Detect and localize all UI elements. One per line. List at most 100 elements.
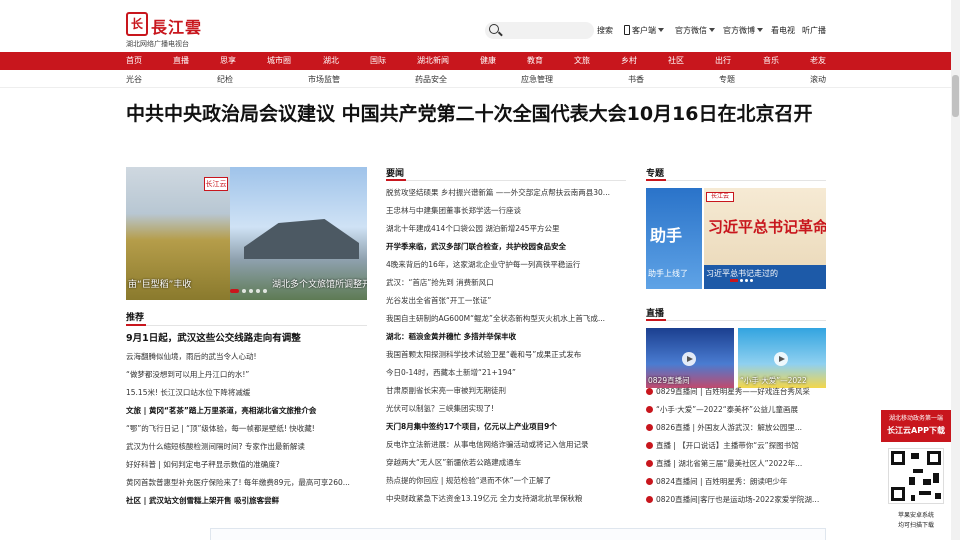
list-item[interactable]: 王忠林与中建集团董事长郑学选一行座谈 bbox=[386, 202, 626, 220]
carousel-dot[interactable] bbox=[256, 289, 260, 293]
weibo-label: 官方微博 bbox=[723, 26, 755, 35]
list-item[interactable]: 云海翻腾似仙境，雨后的武当令人心动! bbox=[126, 348, 367, 366]
list-item[interactable]: 0829直播间 | 百姓明星秀——好戏连台秀风采 bbox=[646, 383, 826, 401]
radio-link[interactable]: 听广播 bbox=[802, 25, 826, 36]
sub-nav-item[interactable]: 药品安全 bbox=[415, 74, 447, 85]
list-item[interactable]: 穿越两大“无人区”新疆依若公路建成通车 bbox=[386, 454, 626, 472]
nav-item[interactable]: 思享 bbox=[220, 55, 236, 66]
nav-item[interactable]: 城市圈 bbox=[267, 55, 291, 66]
bottom-banner[interactable] bbox=[210, 528, 826, 540]
search-button[interactable]: 搜索 bbox=[597, 25, 613, 36]
list-item[interactable]: 反电诈立法新进展：从事电信网络诈骗活动或将记入信用记录 bbox=[386, 436, 626, 454]
list-item[interactable]: 甘肃原副省长宋亮一审被判无期徒刑 bbox=[386, 382, 626, 400]
recommend-title: 推荐 bbox=[126, 313, 145, 323]
carousel-dots bbox=[730, 267, 753, 286]
list-item[interactable]: 4晚来背后的16年，这家湖北企业守护每一列高铁平稳运行 bbox=[386, 256, 626, 274]
nav-item[interactable]: 直播 bbox=[173, 55, 189, 66]
list-item[interactable]: “小手·大爱”—2022“泰美杯”公益儿童画展 bbox=[646, 401, 826, 419]
site-logo[interactable]: 长 長江雲 湖北网络广播电视台 bbox=[126, 12, 206, 50]
list-item[interactable]: 光伏可以制氢？三峡集团实现了! bbox=[386, 400, 626, 418]
list-item[interactable]: 文旅 | 黄冈“茗茶”踏上万里茶道，亮相湖北省文旅推介会 bbox=[126, 402, 367, 420]
sub-nav-item[interactable]: 光谷 bbox=[126, 74, 142, 85]
list-item[interactable]: 直播 | 湖北省第三届“最美社区人”2022年... bbox=[646, 455, 826, 473]
carousel-dot[interactable] bbox=[242, 289, 246, 293]
list-item[interactable]: “做梦都没想到可以用上丹江口的水!” bbox=[126, 366, 367, 384]
carousel-dot[interactable] bbox=[745, 279, 748, 282]
image-carousel[interactable]: 长江云 亩“巨型稻”丰收 湖北多个文旅馆所调整开 bbox=[126, 167, 367, 300]
nav-item[interactable]: 湖北 bbox=[323, 55, 339, 66]
live-list: 0829直播间 | 百姓明星秀——好戏连台秀风采 “小手·大爱”—2022“泰美… bbox=[646, 383, 826, 509]
nav-item[interactable]: 出行 bbox=[715, 55, 731, 66]
list-item[interactable]: 开学季来临，武汉多部门联合检查，共护校园食品安全 bbox=[386, 238, 626, 256]
nav-item[interactable]: 湖北新闻 bbox=[417, 55, 449, 66]
site-header: 长 長江雲 湖北网络广播电视台 搜索 客户端 官方微信 官方微博 看电视 听广播 bbox=[0, 0, 960, 52]
nav-item[interactable]: 老友 bbox=[810, 55, 826, 66]
qr-finder bbox=[891, 451, 905, 465]
tv-link[interactable]: 看电视 bbox=[771, 25, 795, 36]
carousel-dot[interactable] bbox=[263, 289, 267, 293]
search-icon[interactable] bbox=[489, 24, 499, 34]
app-download-widget[interactable]: 湖北移动政务第一端 长江云APP下载 苹果安卓系统 均可扫描下载 bbox=[881, 408, 951, 536]
live-thumb[interactable]: 0829直播间 bbox=[646, 328, 734, 388]
list-item[interactable]: 黄冈首款普惠型补充医疗保险来了! 每年缴费89元，最高可享260... bbox=[126, 474, 367, 492]
list-item[interactable]: 武汉为什么缩短核酸检测间隔时间? 专家作出最新解读 bbox=[126, 438, 367, 456]
list-item[interactable]: 脱贫攻坚结硕果 乡村振兴谱新篇 ——外交部定点帮扶云南两县30... bbox=[386, 184, 626, 202]
nav-item[interactable]: 音乐 bbox=[763, 55, 779, 66]
qr-module bbox=[909, 477, 915, 485]
list-item[interactable]: 湖北十年建成414个口袋公园 湖泊新增245平方公里 bbox=[386, 220, 626, 238]
list-item[interactable]: 社区 | 武汉站文创雪糕上架开售 吸引旅客尝鲜 bbox=[126, 492, 367, 510]
list-item[interactable]: 9月1日起，武汉这些公交线路走向有调整 bbox=[126, 330, 367, 348]
list-item[interactable]: 好好科普 | 如何判定电子秤显示数值的准确度? bbox=[126, 456, 367, 474]
nav-item[interactable]: 健康 bbox=[480, 55, 496, 66]
wechat-label: 官方微信 bbox=[675, 26, 707, 35]
sub-nav-item[interactable]: 专题 bbox=[719, 74, 735, 85]
list-item[interactable]: 天门8月集中签约17个项目，亿元以上产业项目9个 bbox=[386, 418, 626, 436]
carousel-dot[interactable] bbox=[230, 289, 239, 293]
list-item[interactable]: 湖北：稻浪金黄并穗忙 多措并举保丰收 bbox=[386, 328, 626, 346]
sub-nav-item[interactable]: 应急管理 bbox=[521, 74, 553, 85]
live-thumb[interactable]: “小手·大爱”—2022 bbox=[738, 328, 826, 388]
list-item[interactable]: 中央财政紧急下达资金13.19亿元 全力支持湖北抗旱保秋粮 bbox=[386, 490, 626, 508]
carousel-dot[interactable] bbox=[750, 279, 753, 282]
nav-item[interactable]: 教育 bbox=[527, 55, 543, 66]
divider bbox=[646, 180, 826, 181]
sub-nav-item[interactable]: 纪检 bbox=[217, 74, 233, 85]
special-carousel[interactable]: 助手 助手上线了 长江云 习近平总书记革命纪 习近平总书记走过的 bbox=[646, 188, 826, 289]
list-item[interactable]: 我国首颗太阳探测科学技术试验卫星“羲和号”成果正式发布 bbox=[386, 346, 626, 364]
search-input[interactable] bbox=[503, 23, 591, 38]
list-item[interactable]: 光谷发出全省首张“开工一张证” bbox=[386, 292, 626, 310]
sub-nav-item[interactable]: 书香 bbox=[628, 74, 644, 85]
weibo-link[interactable]: 官方微博 bbox=[723, 25, 763, 36]
chevron-down-icon bbox=[709, 28, 715, 32]
sub-nav-item[interactable]: 市场监管 bbox=[308, 74, 340, 85]
list-item[interactable]: 15.15米! 长江汉口站水位下降将减缓 bbox=[126, 384, 367, 402]
nav-item[interactable]: 乡村 bbox=[621, 55, 637, 66]
list-item[interactable]: 0820直播间|客厅也是运动场-2022家爱学院湖北... bbox=[646, 491, 826, 509]
play-icon[interactable] bbox=[682, 352, 696, 366]
list-item[interactable]: 武汉：“首店”抢先到 消费新风口 bbox=[386, 274, 626, 292]
nav-item[interactable]: 国际 bbox=[370, 55, 386, 66]
list-item[interactable]: 0826直播 | 外国友人游武汉：解放公园里... bbox=[646, 419, 826, 437]
chevron-down-icon bbox=[658, 28, 664, 32]
list-item[interactable]: 直播 | 【开口说话】主播带你“云”探图书馆 bbox=[646, 437, 826, 455]
sub-nav-item[interactable]: 滚动 bbox=[810, 74, 826, 85]
nav-item[interactable]: 文旅 bbox=[574, 55, 590, 66]
carousel-dot[interactable] bbox=[249, 289, 253, 293]
nav-item[interactable]: 首页 bbox=[126, 55, 142, 66]
play-icon[interactable] bbox=[774, 352, 788, 366]
list-item[interactable]: 今日0-14时，西藏本土新增“21+194” bbox=[386, 364, 626, 382]
nav-item[interactable]: 社区 bbox=[668, 55, 684, 66]
client-app-link[interactable]: 客户端 bbox=[624, 25, 664, 36]
carousel-dot[interactable] bbox=[730, 279, 738, 282]
section-accent bbox=[646, 179, 666, 181]
list-item[interactable]: 热点提的你回应 | 规范检验“退而不休”一个正解了 bbox=[386, 472, 626, 490]
list-item[interactable]: “鄂”的飞行日记 | “顶”级体验，每一帧都是壁纸! 快收藏! bbox=[126, 420, 367, 438]
divider bbox=[386, 180, 626, 181]
wechat-link[interactable]: 官方微信 bbox=[675, 25, 715, 36]
top-headline[interactable]: 中共中央政治局会议建议 中国共产党第二十次全国代表大会10月16日在北京召开 bbox=[126, 101, 826, 128]
carousel-dot[interactable] bbox=[740, 279, 743, 282]
list-item[interactable]: 我国自主研制的AG600M“鲲龙”全状态新构型灭火机水上首飞成... bbox=[386, 310, 626, 328]
special-title: 专题 bbox=[646, 169, 665, 179]
scrollbar-thumb[interactable] bbox=[952, 75, 959, 117]
list-item[interactable]: 0824直播间 | 百姓明星秀：朗读吧少年 bbox=[646, 473, 826, 491]
